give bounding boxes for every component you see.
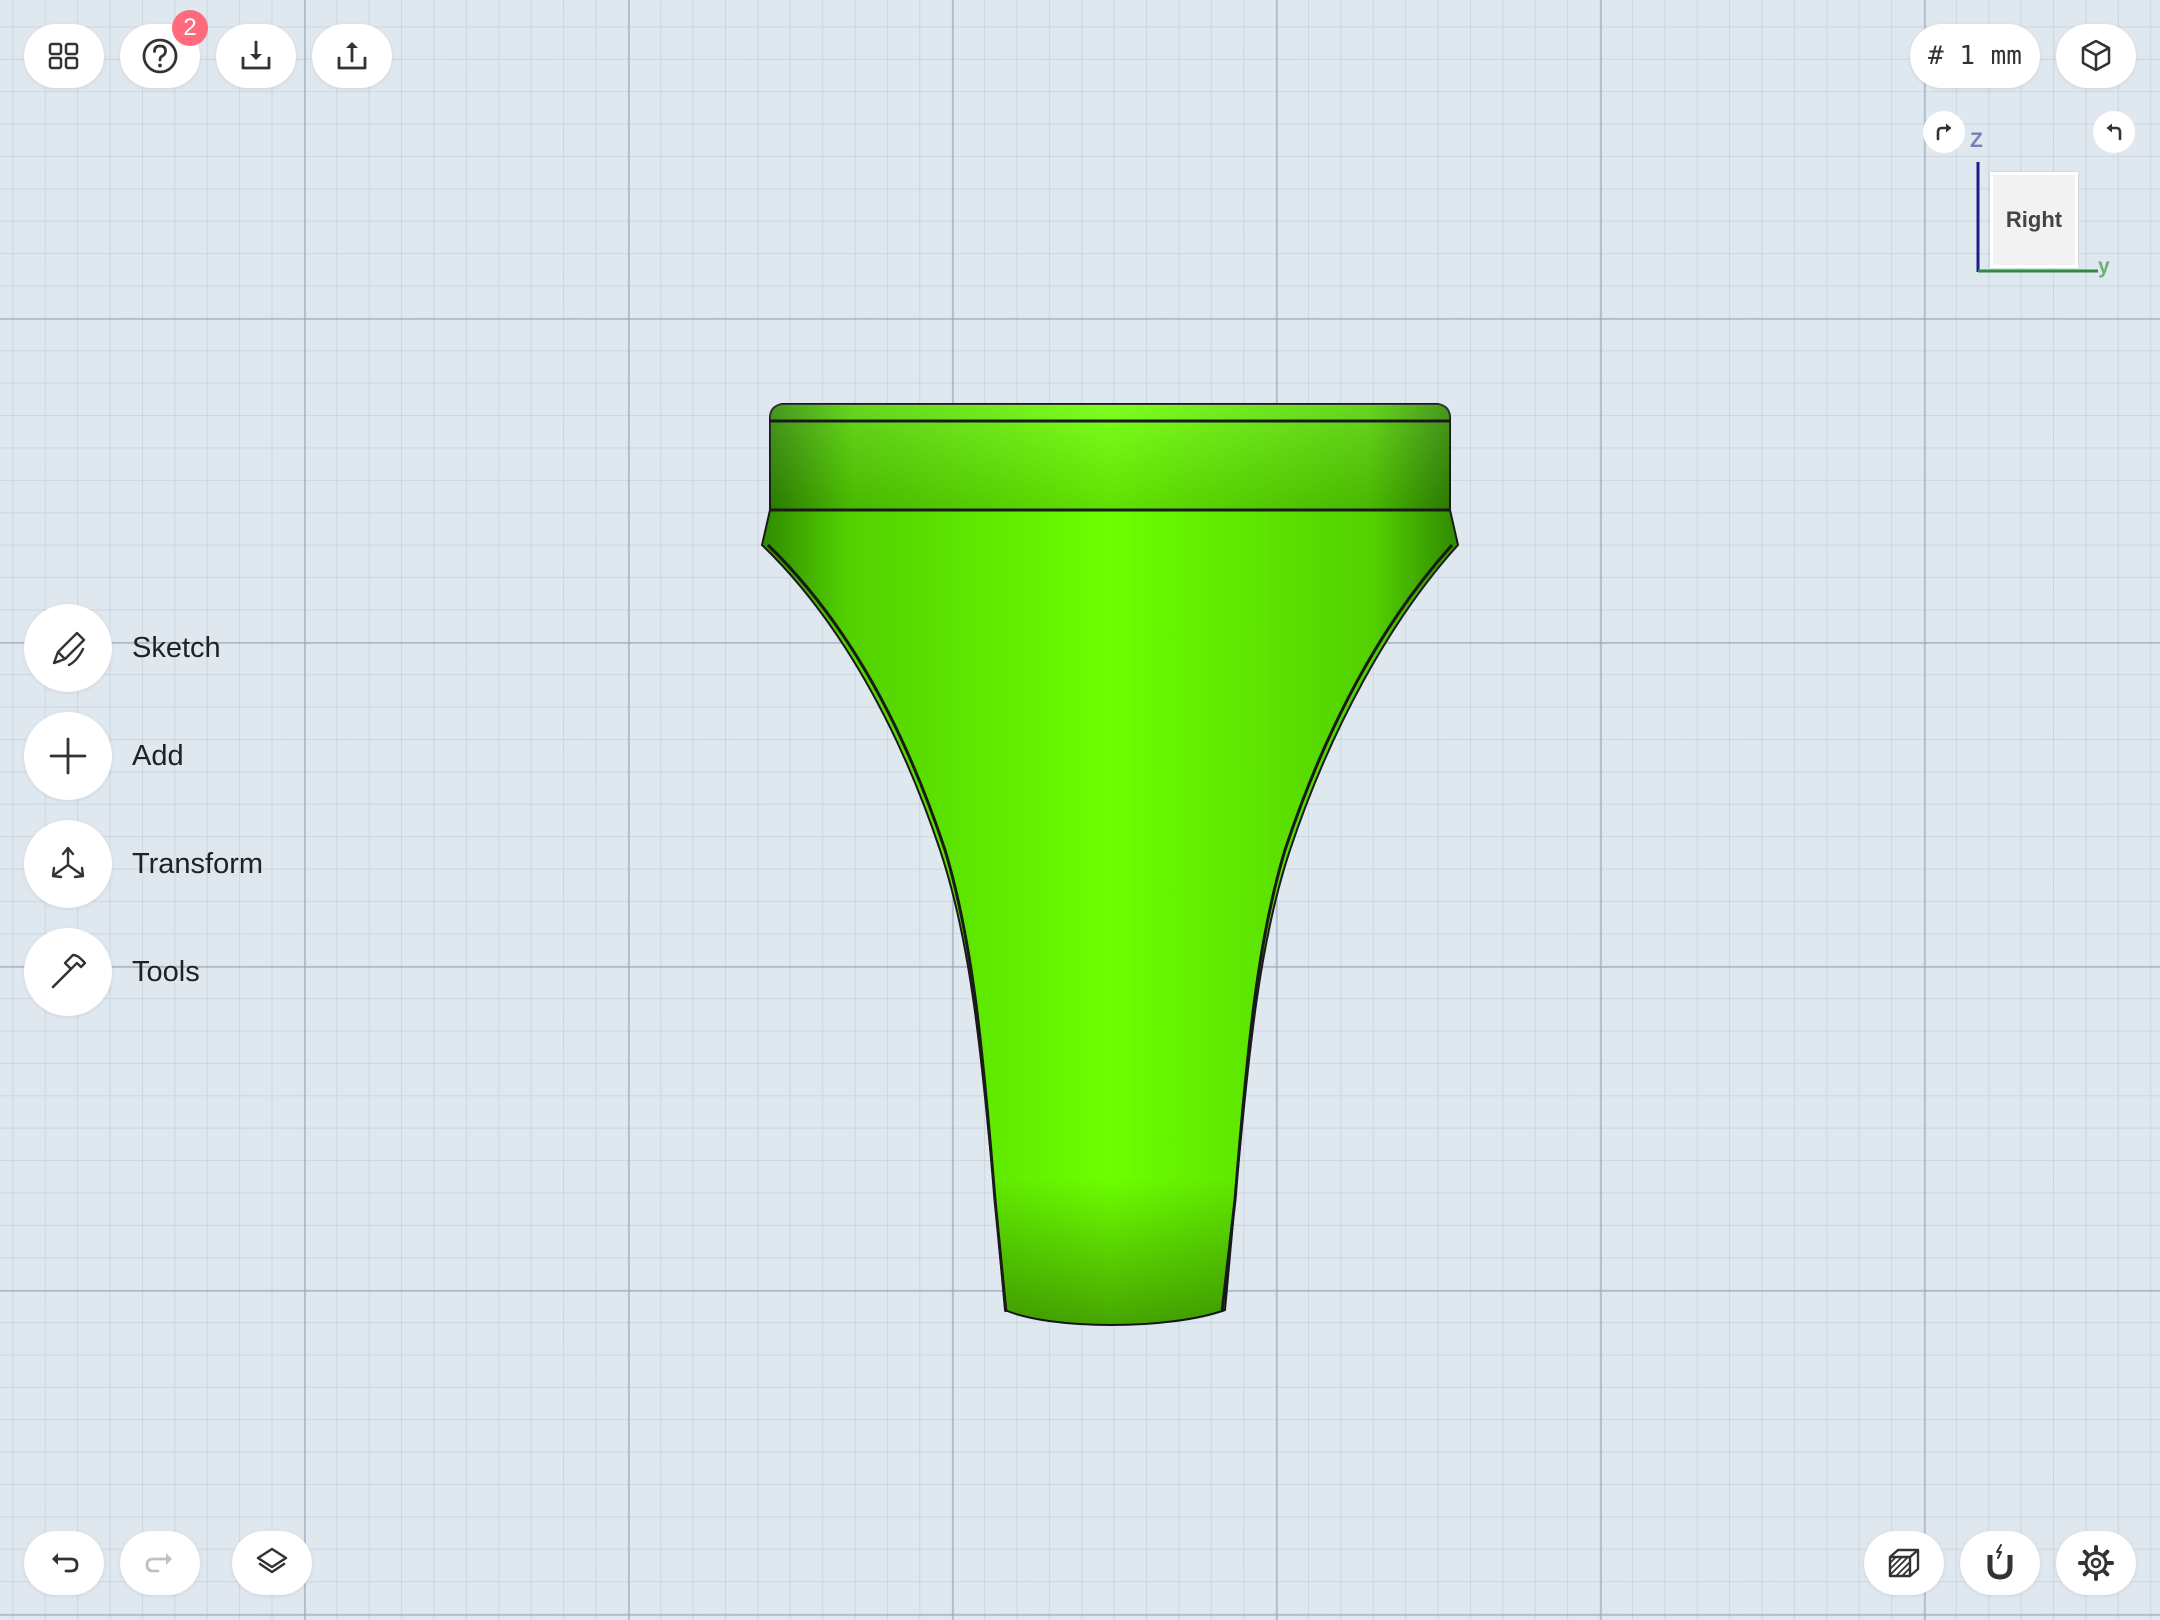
sketch-label[interactable]: Sketch	[132, 628, 221, 668]
sketch-button[interactable]	[24, 604, 112, 692]
hammer-icon	[51, 953, 87, 989]
undo-arrow-icon	[52, 1553, 79, 1573]
gear-icon	[2078, 1545, 2114, 1581]
display-mode-button[interactable]	[1864, 1531, 1944, 1595]
projects-grid-button[interactable]	[24, 24, 104, 88]
add-button[interactable]	[24, 712, 112, 800]
view-mode-button[interactable]	[2056, 24, 2136, 88]
rotate-right-arrow-icon	[2106, 123, 2122, 141]
grid-icon	[48, 42, 79, 70]
redo-arrow-icon	[145, 1553, 172, 1573]
transform-button[interactable]	[24, 820, 112, 908]
help-notification-badge: 2	[172, 10, 208, 46]
funnel-model[interactable]	[0, 0, 2160, 1620]
transform-label[interactable]: Transform	[132, 844, 263, 884]
tools-button[interactable]	[24, 928, 112, 1016]
layers-icon	[256, 1547, 288, 1574]
rotate-view-left-button[interactable]	[1923, 111, 1965, 153]
plus-icon	[49, 737, 87, 775]
y-axis-label: y	[2098, 255, 2110, 278]
cube-view-icon	[2081, 39, 2111, 72]
snap-magnet-button[interactable]	[1960, 1531, 2040, 1595]
z-axis-label: Z	[1970, 129, 1983, 152]
rotate-left-arrow-icon	[1936, 123, 1952, 141]
undo-button[interactable]	[24, 1531, 104, 1595]
download-tray-icon	[241, 40, 271, 70]
help-question-icon	[142, 38, 178, 74]
redo-button[interactable]	[120, 1531, 200, 1595]
magnet-icon	[1987, 1544, 2013, 1580]
3d-viewport-canvas[interactable]: 2 # 1 mm Right Z y Sketch Add Transform …	[0, 0, 2160, 1620]
upload-tray-icon	[337, 42, 367, 70]
grid-unit-selector[interactable]: # 1 mm	[1910, 24, 2040, 88]
tools-label[interactable]: Tools	[132, 952, 200, 992]
pencil-sketch-icon	[52, 631, 86, 667]
rotate-view-right-button[interactable]	[2093, 111, 2135, 153]
add-label[interactable]: Add	[132, 736, 184, 776]
transform-arrows-icon	[51, 846, 85, 879]
import-button[interactable]	[216, 24, 296, 88]
hatched-cube-icon	[1888, 1548, 1920, 1578]
layers-button[interactable]	[232, 1531, 312, 1595]
export-button[interactable]	[312, 24, 392, 88]
view-cube-right-face[interactable]: Right	[1990, 172, 2078, 268]
settings-button[interactable]	[2056, 1531, 2136, 1595]
